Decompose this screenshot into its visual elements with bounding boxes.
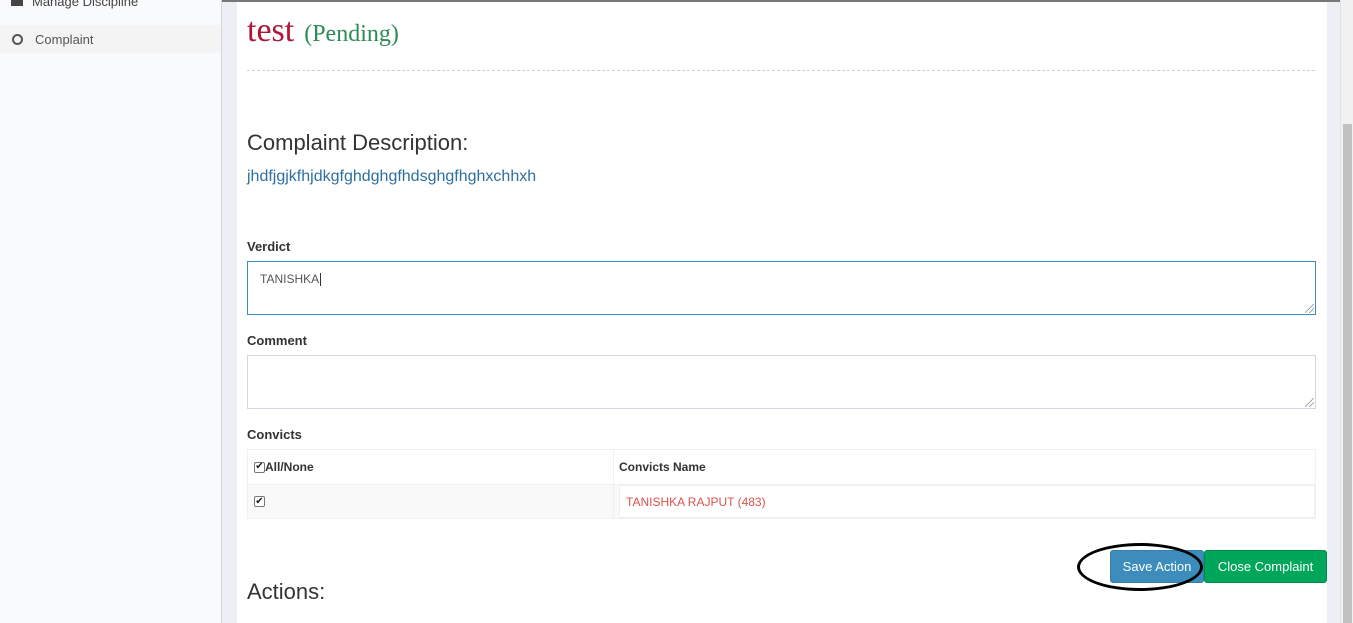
close-complaint-button[interactable]: Close Complaint [1204,550,1327,583]
status-badge: (Pending) [304,21,399,47]
actions-heading: Actions: [247,579,326,604]
header-label: Convicts Name [619,460,706,474]
sidebar-item-label: Manage Discipline [32,0,139,9]
verdict-textarea[interactable]: TANISHKA [247,261,1316,315]
resize-handle[interactable] [1305,398,1314,407]
sidebar-item-label: Complaint [35,31,94,47]
resize-handle[interactable] [1305,304,1314,313]
sidebar-item-complaint[interactable]: Complaint [0,25,221,53]
vertical-scrollbar[interactable] [1340,0,1353,623]
verdict-value: TANISHKA [260,272,320,286]
convict-name: TANISHKA RAJPUT (483) [626,494,766,509]
circle-icon [12,33,23,45]
header-cell-convicts-name: Convicts Name [614,450,1315,484]
row-name-cell: TANISHKA RAJPUT (483) [614,485,1315,518]
verdict-label: Verdict [247,239,291,254]
divider [247,70,1315,71]
row-checkbox[interactable]: ✔ [254,496,265,507]
header-cell-all-none: ✔ All/None [248,450,614,484]
table-row: ✔ TANISHKA RAJPUT (483) [248,484,1315,518]
main-content: test (Pending) Complaint Description: jh… [237,2,1327,623]
convicts-table: ✔ All/None Convicts Name ✔ TANISHKA RAJP… [247,449,1316,519]
description-text: jhdfjgjkfhjdkgfghdghgfhdsghgfhghxchhxh [247,168,537,185]
comment-label: Comment [247,333,307,348]
header-label: All/None [265,460,314,474]
convicts-label: Convicts [247,427,302,442]
table-header-row: ✔ All/None Convicts Name [248,450,1315,484]
text-cursor [320,273,322,287]
sidebar-item-manage-discipline[interactable]: Manage Discipline [10,0,138,9]
page-title: test (Pending) [247,12,399,50]
scrollbar-thumb[interactable] [1343,124,1352,623]
folder-icon [10,0,24,7]
complaint-title: test [247,12,295,49]
row-checkbox-cell: ✔ [248,485,614,518]
save-action-button[interactable]: Save Action [1110,550,1204,583]
sidebar: Manage Discipline Complaint [0,0,222,623]
description-heading: Complaint Description: [247,130,469,155]
comment-textarea[interactable] [247,355,1316,409]
select-all-checkbox[interactable]: ✔ [254,461,265,473]
